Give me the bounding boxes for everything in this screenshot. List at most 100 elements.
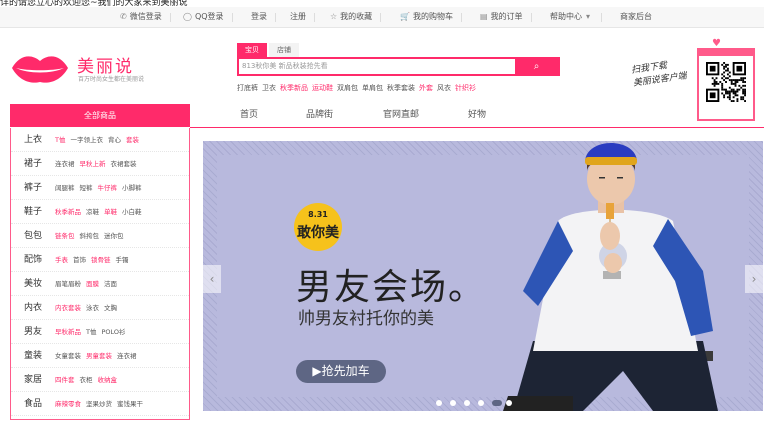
register-link[interactable]: 注册 — [290, 7, 315, 27]
next-slide-button[interactable]: › — [745, 265, 763, 293]
subcategory-link[interactable]: 链条包 — [55, 232, 75, 240]
category-name[interactable]: 内衣 — [24, 296, 42, 320]
orders-link[interactable]: ▤ 我的订单 — [480, 7, 532, 27]
category-name[interactable]: 裙子 — [24, 152, 42, 176]
subcategory-link[interactable]: 坚果炒货 — [86, 400, 112, 408]
app-qr-code[interactable] — [697, 48, 755, 121]
subcategory-link[interactable]: 面膜 — [86, 280, 99, 288]
merchant-link[interactable]: 商家后台 — [620, 7, 652, 27]
subcategory-link[interactable]: 小白鞋 — [122, 208, 142, 216]
subcategory-link[interactable]: 连衣裙 — [117, 352, 137, 360]
category-row[interactable]: 男友 早秋新品 T恤 POLO衫 — [11, 320, 189, 344]
subcategory-link[interactable]: 内衣套装 — [55, 304, 81, 312]
subcategory-link[interactable]: 收纳盒 — [98, 376, 118, 384]
slide-dot[interactable] — [436, 400, 442, 406]
cart-link[interactable]: 🛒 我的购物车 — [400, 7, 462, 27]
hot-search-word[interactable]: 风衣 — [437, 84, 451, 92]
category-row[interactable]: 童装 女童套装 男童套装 连衣裙 — [11, 344, 189, 368]
hot-search-word[interactable]: 运动鞋 — [312, 84, 333, 92]
subcategory-link[interactable]: 麻辣零食 — [55, 400, 81, 408]
category-name[interactable]: 男友 — [24, 320, 42, 344]
slide-dot[interactable] — [464, 400, 470, 406]
tab-dianpu[interactable]: 店铺 — [269, 43, 299, 57]
category-name[interactable]: 裤子 — [24, 176, 42, 200]
subcategory-link[interactable]: 首饰 — [73, 256, 86, 264]
nav-official-direct[interactable]: 官网直邮 — [383, 104, 419, 127]
subcategory-link[interactable]: T恤 — [55, 136, 65, 144]
slide-dot[interactable] — [478, 400, 484, 406]
subcategory-link[interactable]: T恤 — [86, 328, 96, 336]
subcategory-link[interactable]: 四件套 — [55, 376, 75, 384]
slide-dot[interactable] — [492, 400, 502, 406]
prev-slide-button[interactable]: ‹ — [203, 265, 221, 293]
subcategory-link[interactable]: 短裤 — [80, 184, 93, 192]
category-row[interactable]: 家居 四件套 衣柜 收纳盒 — [11, 368, 189, 392]
subcategory-link[interactable]: 锁骨链 — [91, 256, 111, 264]
subcategory-link[interactable]: 一字领上衣 — [70, 136, 103, 144]
category-name[interactable]: 童装 — [24, 344, 42, 368]
category-row[interactable]: 包包 链条包 斜挎包 迷你包 — [11, 224, 189, 248]
subcategory-link[interactable]: 文胸 — [104, 304, 117, 312]
category-row[interactable]: 内衣 内衣套装 泳衣 文胸 — [11, 296, 189, 320]
subcategory-link[interactable]: 男童套装 — [86, 352, 112, 360]
subcategory-link[interactable]: 迷你包 — [104, 232, 124, 240]
subcategory-link[interactable]: 小脚裤 — [122, 184, 142, 192]
login-link[interactable]: 登录 — [251, 7, 276, 27]
subcategory-link[interactable]: POLO衫 — [101, 328, 125, 336]
slide-dot[interactable] — [450, 400, 456, 406]
hot-search-word[interactable]: 打底裤 — [237, 84, 258, 92]
hero-banner[interactable]: 8.31 敢你美 男友会场。 帅男友衬托你的美 ▶抢先加车 ‹ › — [200, 141, 764, 422]
category-row[interactable]: 鞋子 秋季新品 凉鞋 单鞋 小白鞋 — [11, 200, 189, 224]
subcategory-link[interactable]: 单鞋 — [104, 208, 117, 216]
subcategory-link[interactable]: 手镯 — [116, 256, 129, 264]
category-name[interactable]: 食品 — [24, 392, 42, 416]
subcategory-link[interactable]: 阔腿裤 — [55, 184, 75, 192]
all-categories-header[interactable]: 全部商品 — [10, 104, 190, 127]
tab-baobei[interactable]: 宝贝 — [237, 43, 267, 57]
category-name[interactable]: 上衣 — [24, 128, 42, 152]
subcategory-link[interactable]: 背心 — [108, 136, 121, 144]
subcategory-link[interactable]: 斜挎包 — [80, 232, 100, 240]
subcategory-link[interactable]: 早秋新品 — [55, 328, 81, 336]
subcategory-link[interactable]: 凉鞋 — [86, 208, 99, 216]
hot-search-word[interactable]: 针织衫 — [455, 84, 476, 92]
subcategory-link[interactable]: 秋季新品 — [55, 208, 81, 216]
category-name[interactable]: 配饰 — [24, 248, 42, 272]
subcategory-link[interactable]: 早秋上新 — [80, 160, 106, 168]
category-name[interactable]: 美妆 — [24, 272, 42, 296]
subcategory-link[interactable]: 连衣裙 — [55, 160, 75, 168]
subcategory-link[interactable]: 手表 — [55, 256, 68, 264]
category-name[interactable]: 包包 — [24, 224, 42, 248]
add-to-cart-button[interactable]: ▶抢先加车 — [296, 360, 386, 383]
hot-search-word[interactable]: 卫衣 — [262, 84, 276, 92]
category-name[interactable]: 家居 — [24, 368, 42, 392]
nav-brand-street[interactable]: 品牌街 — [306, 104, 333, 127]
subcategory-link[interactable]: 衣柜 — [80, 376, 93, 384]
hot-search-word[interactable]: 外套 — [419, 84, 433, 92]
hot-search-word[interactable]: 秋季新品 — [280, 84, 308, 92]
help-center-dropdown[interactable]: 帮助中心 ▾ — [550, 7, 603, 27]
search-input[interactable]: 813秋你美 新品秋装抢先看 — [239, 59, 517, 74]
category-row[interactable]: 美妆 眉笔眉粉 面膜 洁面 — [11, 272, 189, 296]
nav-home[interactable]: 首页 — [240, 104, 258, 127]
hot-search-word[interactable]: 秋季套装 — [387, 84, 415, 92]
subcategory-link[interactable]: 泳衣 — [86, 304, 99, 312]
subcategory-link[interactable]: 衣裙套装 — [111, 160, 137, 168]
nav-good-stuff[interactable]: 好物 — [468, 104, 486, 127]
category-row[interactable]: 上衣 T恤 一字领上衣 背心 套装 — [11, 128, 189, 152]
hot-search-word[interactable]: 双肩包 — [337, 84, 358, 92]
subcategory-link[interactable]: 牛仔裤 — [98, 184, 118, 192]
search-button[interactable]: ⌕ — [515, 59, 558, 74]
category-name[interactable]: 鞋子 — [24, 200, 42, 224]
favorites-link[interactable]: ☆ 我的收藏 — [330, 7, 382, 27]
category-row[interactable]: 裙子 连衣裙 早秋上新 衣裙套装 — [11, 152, 189, 176]
category-row[interactable]: 食品 麻辣零食 坚果炒货 蜜饯果干 — [11, 392, 189, 416]
subcategory-link[interactable]: 眉笔眉粉 — [55, 280, 81, 288]
qq-login-link[interactable]: ◯ QQ登录 — [183, 7, 232, 27]
subcategory-link[interactable]: 套装 — [126, 136, 139, 144]
category-row[interactable]: 配饰 手表 首饰 锁骨链 手镯 — [11, 248, 189, 272]
subcategory-link[interactable]: 洁面 — [104, 280, 117, 288]
wechat-login-link[interactable]: ✆ 微信登录 — [120, 7, 171, 27]
site-logo[interactable]: 美丽说 百万时尚女生都在美丽说 — [10, 48, 144, 88]
category-row[interactable]: 裤子 阔腿裤 短裤 牛仔裤 小脚裤 — [11, 176, 189, 200]
